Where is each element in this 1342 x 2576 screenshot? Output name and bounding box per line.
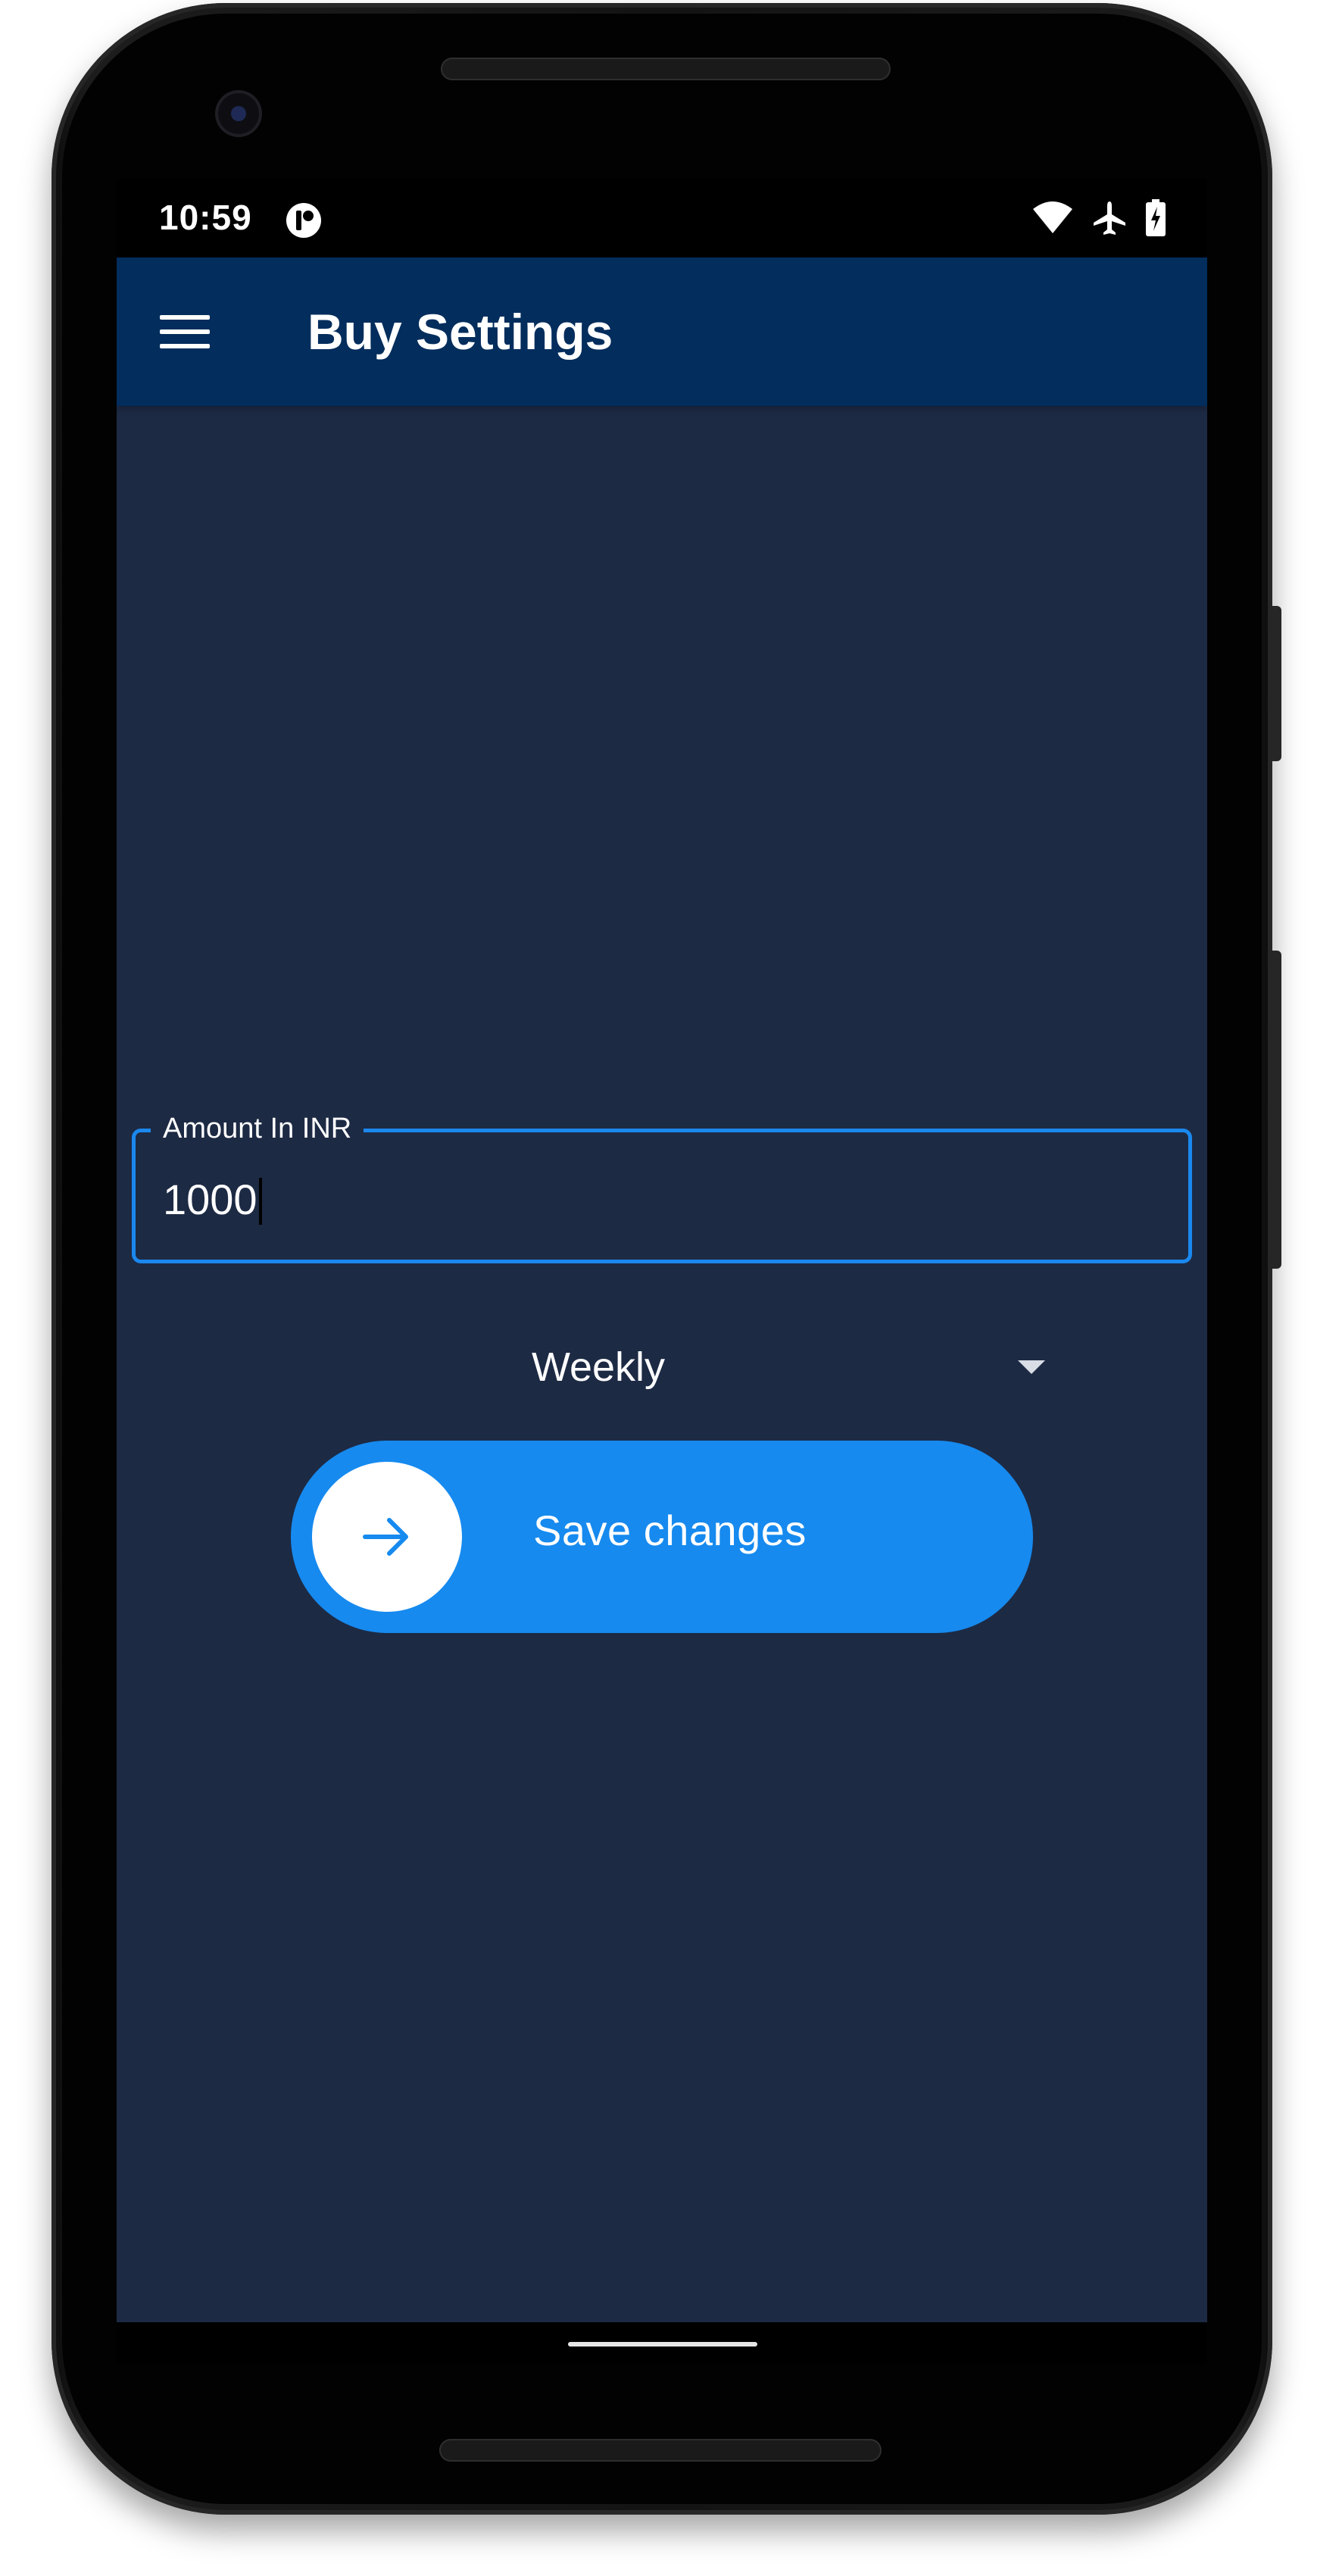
power-button [1271,606,1281,761]
front-camera [215,90,262,137]
app-screen: 10:59 Buy Settings Amount In INR 1000 We… [117,179,1207,2365]
amount-field[interactable]: Amount In INR 1000 [132,1110,1192,1263]
wifi-icon [1031,201,1074,239]
text-cursor [259,1178,262,1225]
battery-charging-icon [1145,198,1166,241]
status-bar: 10:59 [117,179,1207,258]
top-speaker-grille [441,58,891,80]
frequency-selected-value: Weekly [532,1344,666,1390]
airplane-mode-icon [1091,199,1128,241]
status-icons [1031,198,1166,241]
menu-button[interactable] [154,301,215,362]
home-gesture-handle[interactable] [568,2342,757,2347]
arrow-right-icon [363,1518,408,1556]
app-bar: Buy Settings [117,258,1207,406]
dropdown-arrow-icon [1018,1360,1045,1379]
status-time: 10:59 [159,198,252,237]
amount-input-value[interactable]: 1000 [163,1173,257,1226]
save-button-knob[interactable] [312,1462,462,1612]
page-title: Buy Settings [307,304,613,360]
system-navigation-bar [117,2322,1207,2365]
app-notification-icon [285,201,323,243]
hamburger-menu-icon [160,315,210,348]
amount-field-label: Amount In INR [151,1110,364,1147]
frequency-dropdown[interactable]: Weekly [268,1325,1086,1409]
volume-button [1271,951,1281,1269]
bottom-speaker-grille [439,2439,882,2462]
save-button-label: Save changes [533,1507,807,1554]
save-changes-button[interactable]: Save changes [291,1441,1033,1633]
